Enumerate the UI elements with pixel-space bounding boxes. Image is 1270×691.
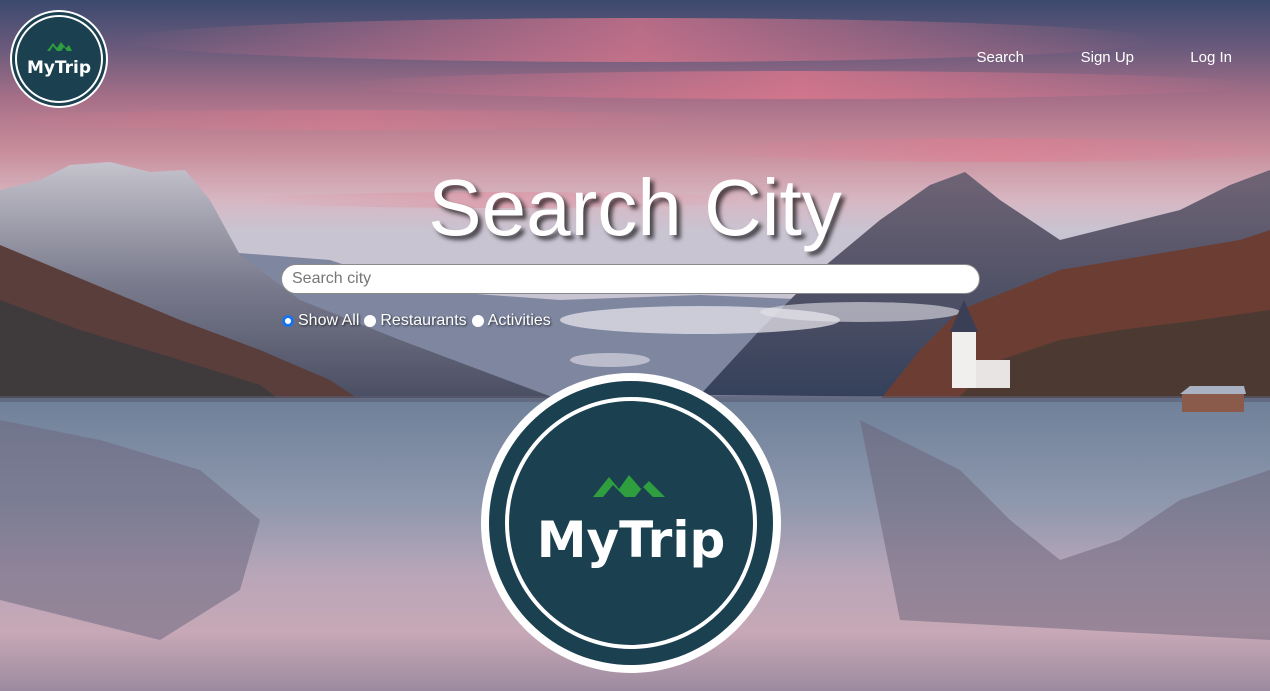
nav-login-link[interactable]: Log In [1190, 49, 1232, 66]
radio-show-all[interactable] [282, 315, 294, 327]
nav-signup-link[interactable]: Sign Up [1081, 49, 1134, 66]
page-title: Search City [428, 163, 842, 252]
label-show-all[interactable]: Show All [298, 312, 359, 330]
search-city-input[interactable] [281, 264, 980, 294]
page: MyTrip Search Sign Up Log In Search City… [0, 0, 1270, 691]
mytrip-logo-small[interactable]: MyTrip [9, 9, 109, 109]
filter-radio-group: Show All Restaurants Activities [282, 311, 556, 331]
radio-restaurants[interactable] [364, 315, 377, 327]
logo-text-large: MyTrip [537, 511, 726, 569]
label-activities[interactable]: Activities [488, 312, 551, 330]
label-restaurants[interactable]: Restaurants [380, 312, 466, 330]
mytrip-logo-large: MyTrip [481, 373, 781, 673]
radio-activities[interactable] [471, 315, 484, 327]
nav-search-link[interactable]: Search [976, 49, 1024, 66]
logo-text-small: MyTrip [27, 58, 91, 78]
